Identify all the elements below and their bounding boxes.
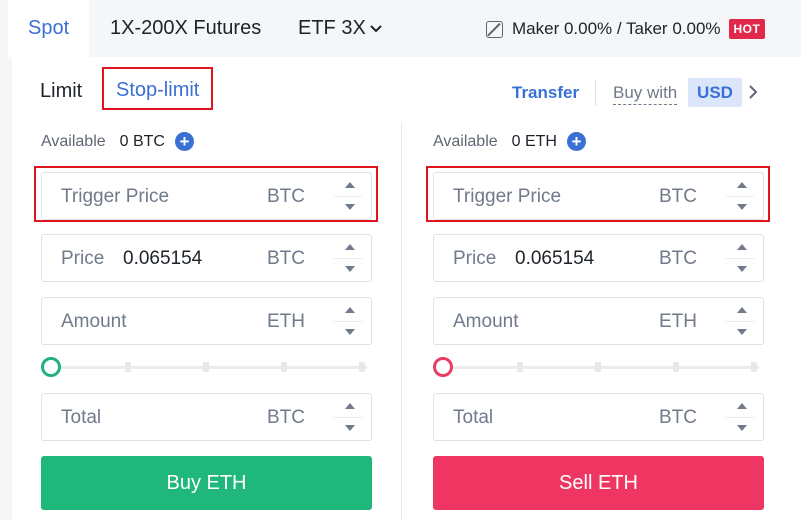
trigger-price-placeholder: Trigger Price [61, 186, 170, 207]
decrement-icon[interactable] [345, 425, 355, 431]
decrement-icon[interactable] [737, 329, 747, 335]
price-field[interactable]: Price 0.065154 BTC [433, 234, 764, 282]
available-label: Available [41, 132, 106, 150]
total-placeholder: Total [61, 407, 102, 428]
price-label: Price [61, 248, 105, 269]
increment-icon[interactable] [345, 244, 355, 250]
sell-panel: Available 0 ETH + Trigger Price BTC Pric… [426, 0, 770, 520]
increment-icon[interactable] [345, 403, 355, 409]
buy-button[interactable]: Buy ETH [41, 456, 372, 510]
decrement-icon[interactable] [737, 204, 747, 210]
available-value: 0 ETH [511, 132, 557, 150]
price-field[interactable]: Price 0.065154 BTC [41, 234, 372, 282]
decrement-icon[interactable] [345, 266, 355, 272]
unit-label: BTC [659, 186, 697, 207]
stepper [723, 394, 763, 440]
unit-label: BTC [267, 407, 305, 428]
unit-label: BTC [267, 248, 305, 269]
decrement-icon[interactable] [345, 329, 355, 335]
left-edge-strip [0, 57, 12, 520]
stepper [331, 394, 371, 440]
available-label: Available [433, 132, 498, 150]
column-divider [401, 122, 402, 520]
slider-handle[interactable] [433, 357, 453, 377]
increment-icon[interactable] [737, 182, 747, 188]
unit-label: BTC [267, 186, 305, 207]
price-value: 0.065154 [515, 248, 595, 269]
amount-field[interactable]: Amount ETH [41, 297, 372, 345]
total-field[interactable]: Total BTC [433, 393, 764, 441]
decrement-icon[interactable] [737, 425, 747, 431]
price-value: 0.065154 [123, 248, 203, 269]
total-field[interactable]: Total BTC [41, 393, 372, 441]
trigger-price-field[interactable]: Trigger Price BTC [433, 172, 764, 220]
unit-label: BTC [659, 407, 697, 428]
slider-tick[interactable] [673, 362, 679, 372]
add-funds-icon[interactable]: + [174, 132, 194, 151]
stepper [331, 173, 371, 219]
amount-placeholder: Amount [61, 311, 127, 332]
increment-icon[interactable] [345, 182, 355, 188]
slider-tick[interactable] [595, 362, 601, 372]
slider-tick[interactable] [359, 362, 365, 372]
unit-label: ETH [659, 311, 697, 332]
buy-panel: Available 0 BTC + Trigger Price BTC Pric… [34, 0, 378, 520]
add-funds-icon[interactable]: + [566, 132, 586, 151]
slider-track [443, 366, 759, 369]
slider-tick[interactable] [125, 362, 131, 372]
slider-tick[interactable] [517, 362, 523, 372]
increment-icon[interactable] [345, 307, 355, 313]
available-balance: Available 0 BTC + [41, 132, 194, 151]
slider-tick[interactable] [751, 362, 757, 372]
slider-tick[interactable] [203, 362, 209, 372]
amount-slider[interactable] [433, 357, 764, 377]
increment-icon[interactable] [737, 307, 747, 313]
stepper [723, 173, 763, 219]
amount-slider[interactable] [41, 357, 372, 377]
available-value: 0 BTC [119, 132, 165, 150]
decrement-icon[interactable] [737, 266, 747, 272]
total-placeholder: Total [453, 407, 494, 428]
slider-track [51, 366, 367, 369]
slider-tick[interactable] [281, 362, 287, 372]
available-balance: Available 0 ETH + [433, 132, 586, 151]
sell-button[interactable]: Sell ETH [433, 456, 764, 510]
amount-field[interactable]: Amount ETH [433, 297, 764, 345]
unit-label: BTC [659, 248, 697, 269]
stepper [331, 235, 371, 281]
amount-placeholder: Amount [453, 311, 519, 332]
stepper [331, 298, 371, 344]
decrement-icon[interactable] [345, 204, 355, 210]
trigger-price-placeholder: Trigger Price [453, 186, 562, 207]
increment-icon[interactable] [737, 403, 747, 409]
stepper [723, 298, 763, 344]
stepper [723, 235, 763, 281]
unit-label: ETH [267, 311, 305, 332]
slider-handle[interactable] [41, 357, 61, 377]
trigger-price-field[interactable]: Trigger Price BTC [41, 172, 372, 220]
price-label: Price [453, 248, 497, 269]
increment-icon[interactable] [737, 244, 747, 250]
